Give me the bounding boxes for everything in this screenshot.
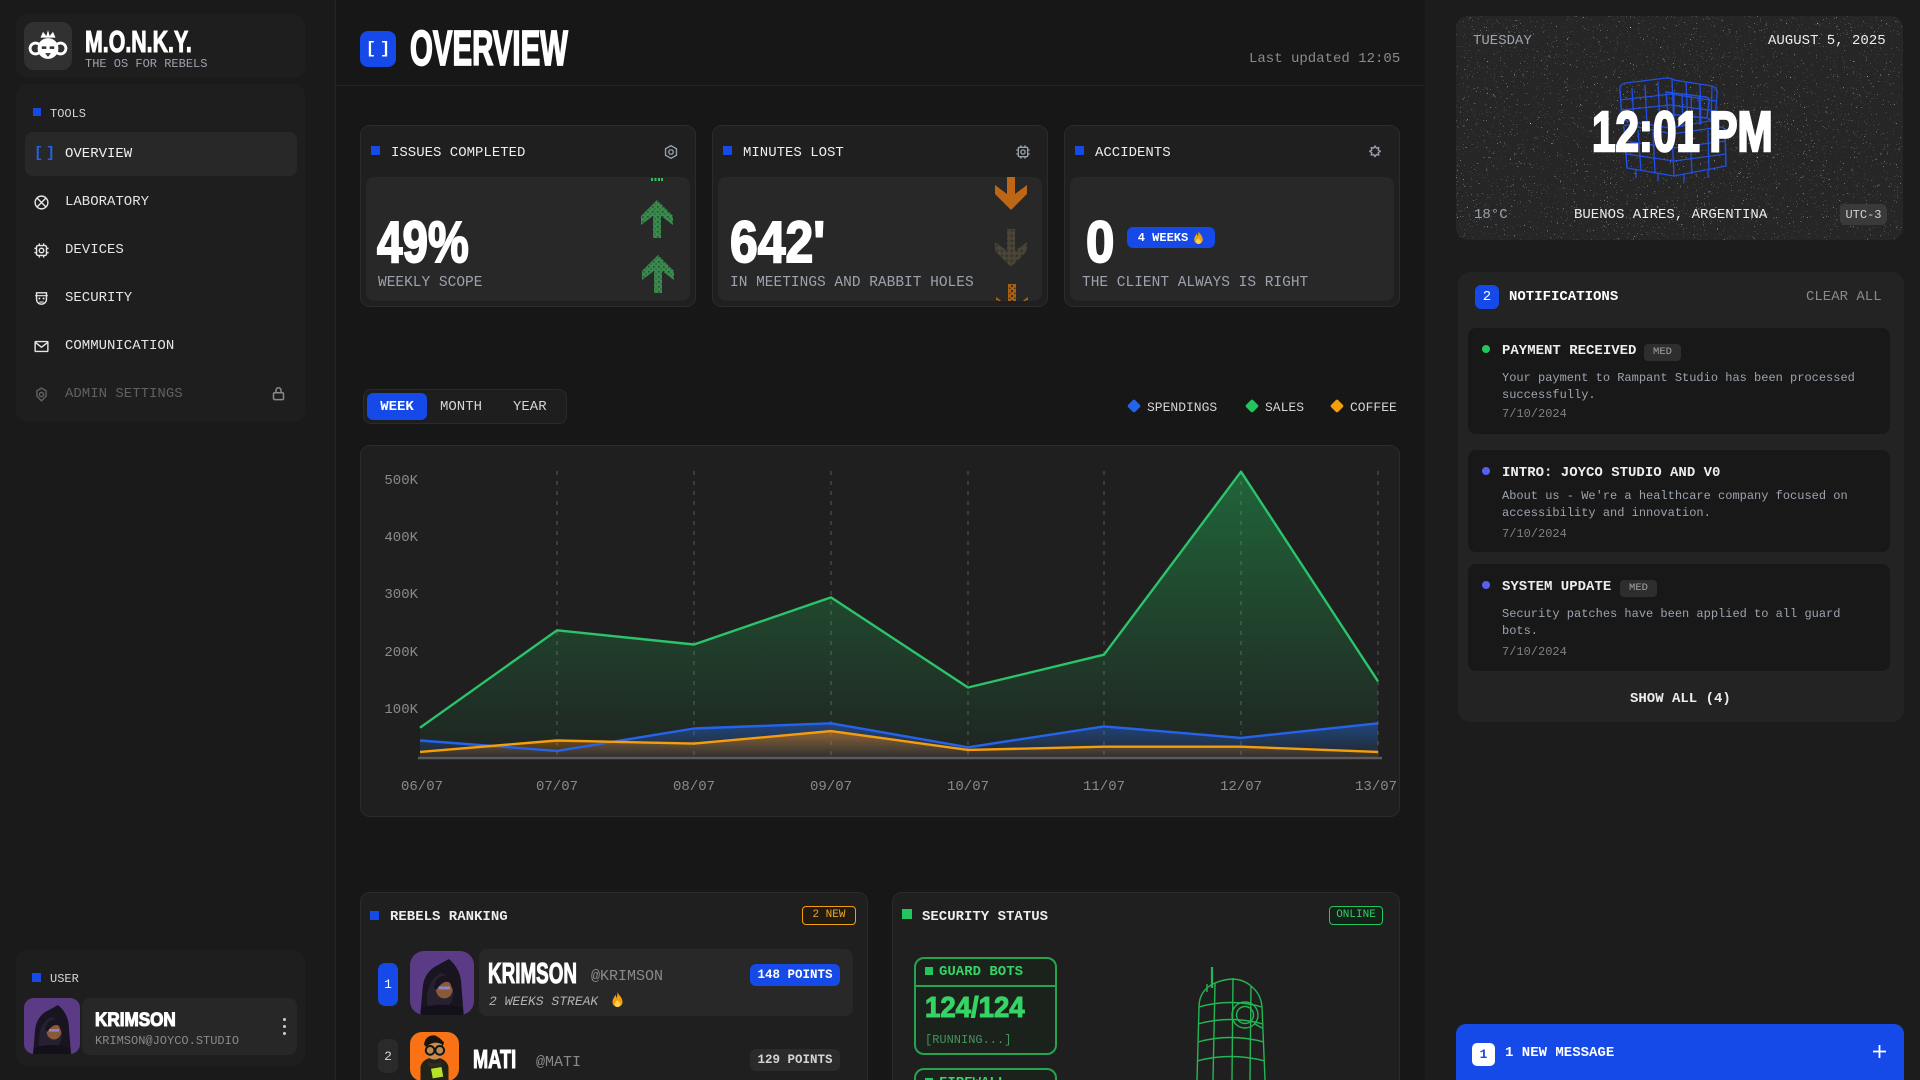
svg-text:200K: 200K — [384, 645, 418, 661]
svg-text:500K: 500K — [384, 473, 418, 489]
svg-text:100K: 100K — [384, 702, 418, 718]
svg-text:13/07: 13/07 — [1355, 779, 1397, 795]
svg-text:11/07: 11/07 — [1083, 779, 1125, 795]
svg-text:300K: 300K — [384, 587, 418, 603]
svg-text:400K: 400K — [384, 530, 418, 546]
svg-text:12/07: 12/07 — [1220, 779, 1262, 795]
svg-text:07/07: 07/07 — [536, 779, 578, 795]
svg-text:10/07: 10/07 — [947, 779, 989, 795]
svg-text:08/07: 08/07 — [673, 779, 715, 795]
svg-text:09/07: 09/07 — [810, 779, 852, 795]
svg-text:06/07: 06/07 — [401, 779, 443, 795]
